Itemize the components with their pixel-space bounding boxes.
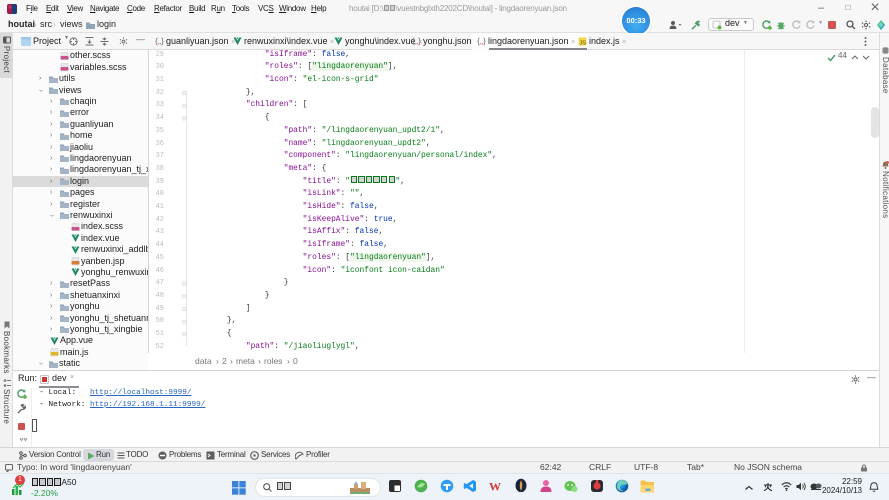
svg-text:W: W [489, 480, 501, 494]
svg-text:JS: JS [580, 41, 587, 47]
